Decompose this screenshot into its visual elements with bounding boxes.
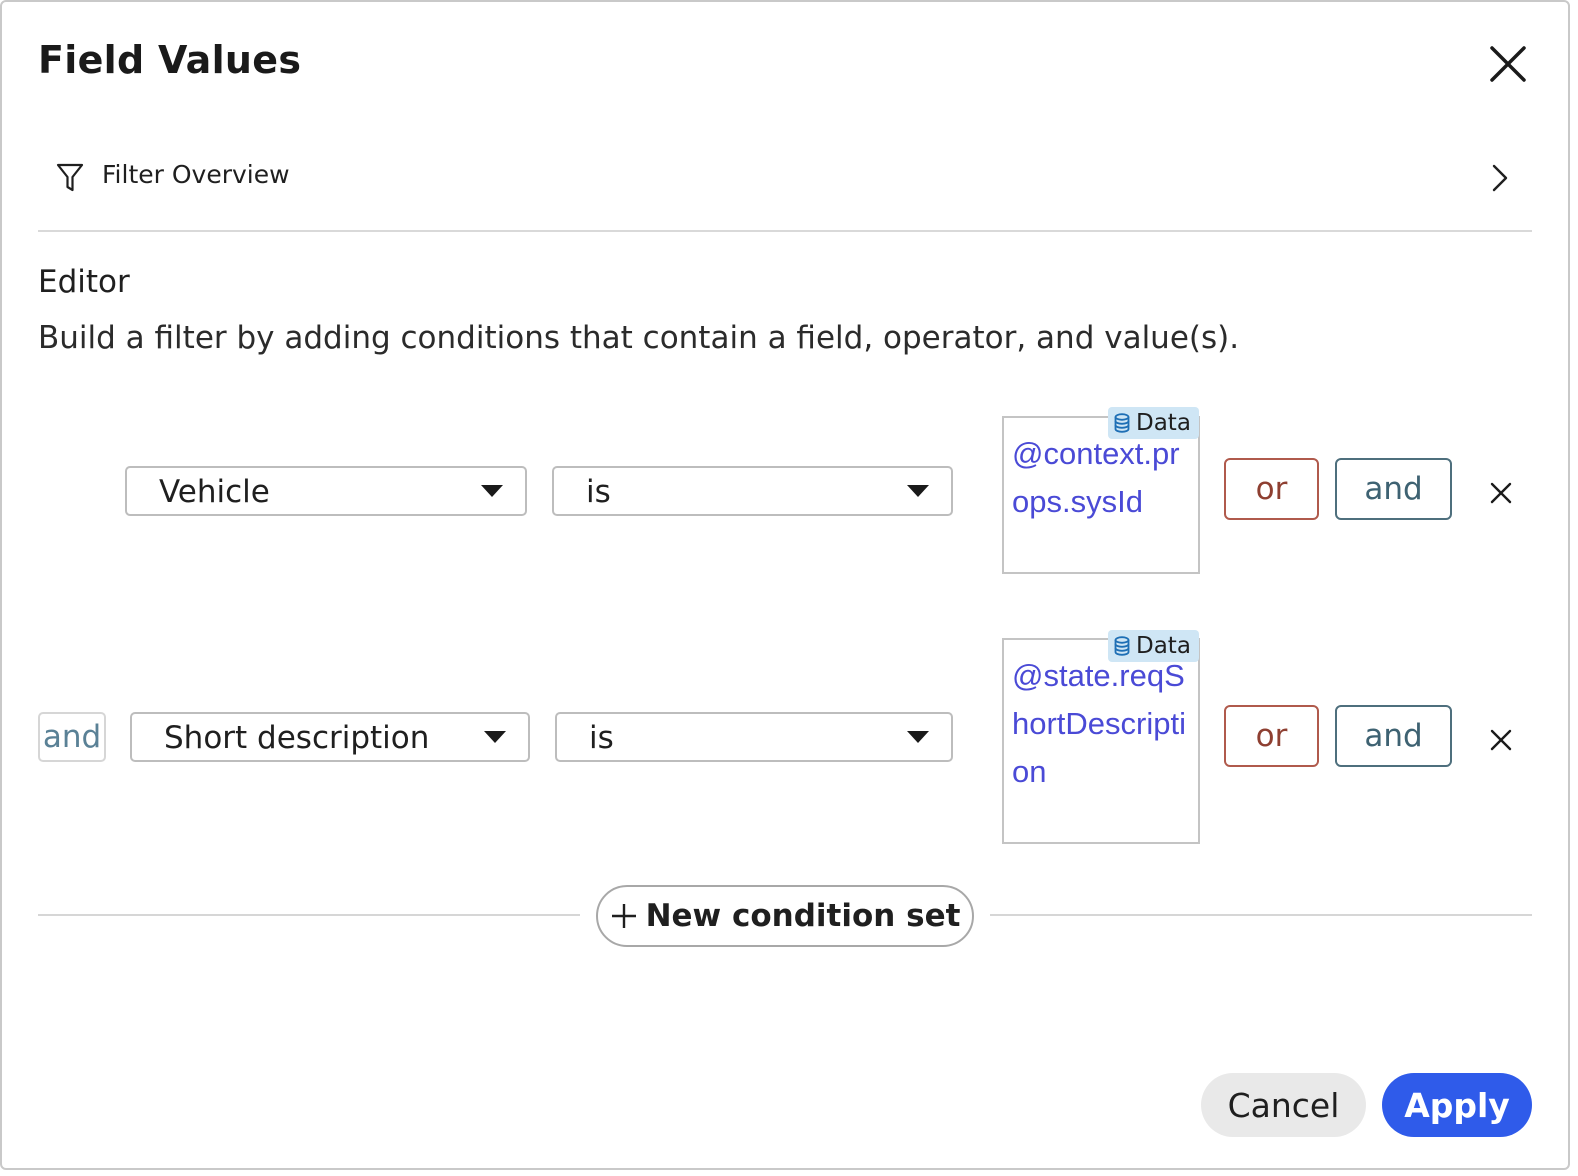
condition-connector: and: [38, 712, 106, 762]
field-select-value: Short description: [164, 720, 430, 756]
operator-select[interactable]: is: [552, 466, 953, 516]
and-button[interactable]: and: [1335, 458, 1452, 520]
caret-down-icon: [481, 485, 503, 497]
divider-right: [990, 914, 1532, 916]
caret-down-icon: [484, 731, 506, 743]
filter-overview-label: Filter Overview: [102, 160, 290, 189]
field-select-value: Vehicle: [159, 474, 270, 510]
database-icon: [1114, 413, 1130, 433]
close-icon: [1490, 729, 1512, 751]
or-button[interactable]: or: [1224, 705, 1319, 767]
database-icon: [1114, 636, 1130, 656]
close-icon: [1490, 482, 1512, 504]
operator-select-value: is: [586, 474, 611, 510]
caret-down-icon: [907, 485, 929, 497]
apply-button[interactable]: Apply: [1382, 1073, 1532, 1137]
operator-select[interactable]: is: [555, 712, 953, 762]
field-select[interactable]: Short description: [130, 712, 530, 762]
value-input[interactable]: @context.props.sysId: [1002, 416, 1200, 574]
close-button[interactable]: [1482, 38, 1534, 90]
filter-overview-row[interactable]: Filter Overview: [38, 142, 1532, 232]
dialog-title: Field Values: [38, 38, 302, 82]
data-badge-label: Data: [1136, 410, 1191, 436]
editor-title: Editor: [38, 264, 130, 300]
plus-icon: [611, 904, 636, 928]
editor-description: Build a filter by adding conditions that…: [38, 320, 1240, 356]
value-input[interactable]: @state.reqShortDescription: [1002, 638, 1200, 844]
new-condition-set-label: New condition set: [645, 898, 961, 934]
caret-down-icon: [907, 731, 929, 743]
field-select[interactable]: Vehicle: [125, 466, 527, 516]
close-icon: [1490, 46, 1526, 82]
or-button[interactable]: or: [1224, 458, 1319, 520]
remove-condition-button[interactable]: [1486, 478, 1516, 508]
operator-select-value: is: [589, 720, 614, 756]
divider-left: [38, 914, 580, 916]
new-condition-set-button[interactable]: New condition set: [596, 885, 974, 947]
value-input-text: @state.reqShortDescription: [1012, 658, 1186, 789]
remove-condition-button[interactable]: [1486, 725, 1516, 755]
data-badge: Data: [1108, 407, 1199, 439]
data-badge-label: Data: [1136, 633, 1191, 659]
chevron-right-icon: [1492, 164, 1508, 192]
data-badge: Data: [1108, 630, 1199, 662]
cancel-button[interactable]: Cancel: [1201, 1073, 1366, 1137]
and-button[interactable]: and: [1335, 705, 1452, 767]
value-input-text: @context.props.sysId: [1012, 436, 1180, 519]
filter-icon: [56, 163, 84, 192]
field-values-dialog: Field Values Filter Overview Editor Buil…: [0, 0, 1570, 1170]
